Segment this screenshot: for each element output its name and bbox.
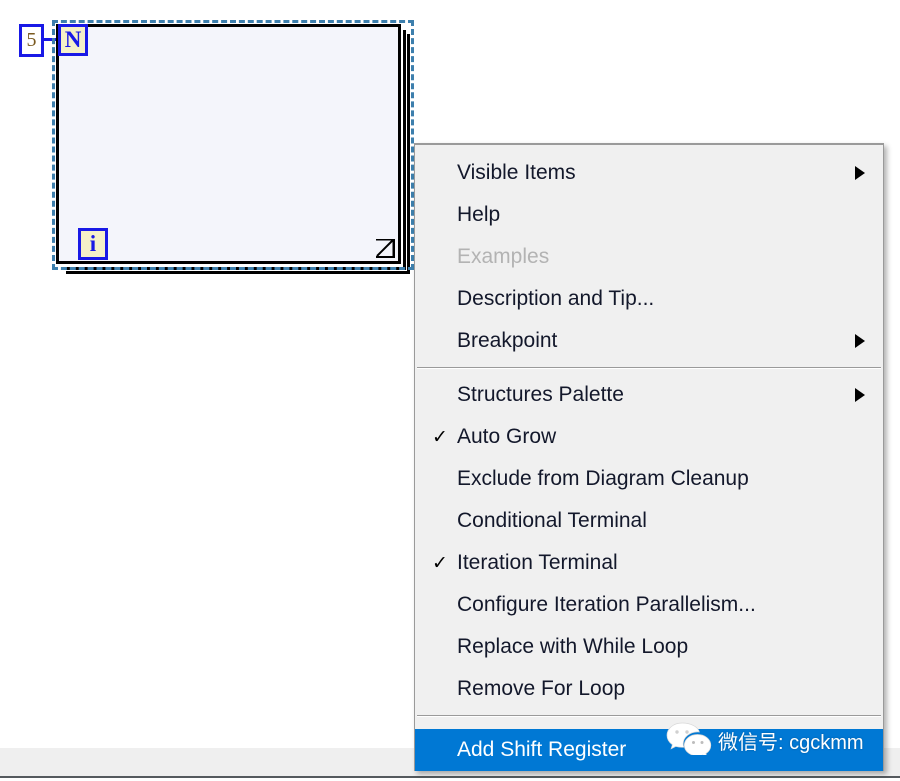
menu-item-label: Description and Tip... [457,287,654,311]
menu-item-label: Configure Iteration Parallelism... [457,593,756,617]
menu-item-label: Conditional Terminal [457,509,647,533]
menu-item-description-and-tip[interactable]: Description and Tip... [415,278,883,320]
check-icon: ✓ [432,429,448,445]
menu-item-configure-iteration-parallelism[interactable]: Configure Iteration Parallelism... [415,584,883,626]
menu-item-label: Structures Palette [457,383,624,407]
menu-item-label: Remove For Loop [457,677,625,701]
menu-separator [417,367,881,369]
menu-item-add-shift-register[interactable]: Add Shift Register [415,729,883,771]
menu-item-remove-for-loop[interactable]: Remove For Loop [415,668,883,710]
menu-item-structures-palette[interactable]: Structures Palette [415,374,883,416]
menu-item-breakpoint[interactable]: Breakpoint [415,320,883,362]
menu-separator [417,715,881,717]
for-loop-structure[interactable] [56,24,416,274]
menu-item-conditional-terminal[interactable]: Conditional Terminal [415,500,883,542]
menu-item-label: Breakpoint [457,329,557,353]
menu-item-replace-with-while-loop[interactable]: Replace with While Loop [415,626,883,668]
menu-item-help[interactable]: Help [415,194,883,236]
menu-item-label: Examples [457,245,549,269]
chevron-right-icon [855,334,865,348]
chevron-right-icon [855,166,865,180]
chevron-right-icon [855,388,865,402]
menu-item-label: Visible Items [457,161,576,185]
menu-item-exclude-from-diagram-cleanup[interactable]: Exclude from Diagram Cleanup [415,458,883,500]
menu-item-examples: Examples [415,236,883,278]
menu-item-iteration-terminal[interactable]: ✓ Iteration Terminal [415,542,883,584]
menu-item-label: Auto Grow [457,425,556,449]
count-constant[interactable]: 5 [19,24,44,57]
menu-item-label: Iteration Terminal [457,551,618,575]
menu-item-label: Add Shift Register [457,738,626,762]
menu-item-label: Exclude from Diagram Cleanup [457,467,749,491]
block-diagram-canvas[interactable]: 5 N i Visible Items Help E [0,0,900,781]
count-terminal[interactable]: N [58,24,88,56]
menu-item-label: Replace with While Loop [457,635,688,659]
menu-item-auto-grow[interactable]: ✓ Auto Grow [415,416,883,458]
context-menu[interactable]: Visible Items Help Examples Description … [414,143,884,771]
menu-item-visible-items[interactable]: Visible Items [415,152,883,194]
menu-item-label: Help [457,203,500,227]
iteration-terminal[interactable]: i [78,228,108,260]
check-icon: ✓ [432,555,448,571]
